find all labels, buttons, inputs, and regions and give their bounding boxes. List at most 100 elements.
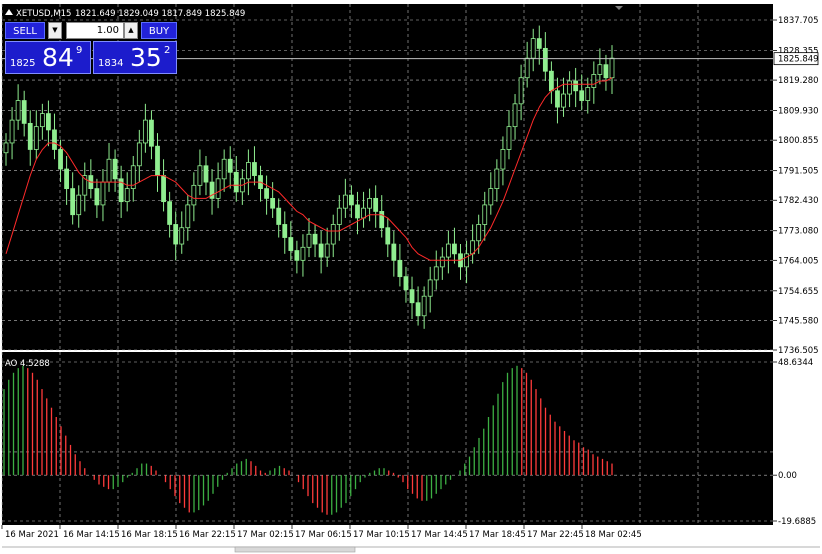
candle-body — [452, 243, 457, 255]
price-tick-label: 1791.505 — [778, 167, 819, 177]
buy-price-big: 35 — [130, 43, 162, 72]
indicator-area[interactable] — [2, 352, 773, 525]
sell-button[interactable]: SELL — [5, 22, 45, 39]
chart-svg[interactable]: 1837.7051828.3551819.2801809.9301800.855… — [0, 0, 822, 554]
candle-body — [361, 207, 366, 219]
candle-body — [488, 188, 494, 206]
candle-body — [415, 302, 421, 317]
time-tick-label: 17 Mar 18:45 — [469, 530, 526, 540]
candle-body — [445, 243, 451, 258]
candle-body — [421, 295, 427, 317]
candle-body — [142, 119, 148, 144]
candle-body — [324, 243, 330, 258]
candle-body — [512, 103, 518, 128]
candle-body — [542, 47, 548, 72]
candle-body — [530, 38, 536, 59]
candle-body — [330, 224, 336, 245]
candle-body — [391, 243, 397, 261]
candle-body — [21, 100, 27, 124]
candle-body — [397, 259, 403, 278]
candle-body — [312, 233, 318, 245]
time-tick-label: 17 Mar 02:15 — [237, 530, 294, 540]
candle-body — [433, 266, 439, 281]
price-tick-label: 1800.855 — [778, 136, 819, 146]
candle-body — [221, 158, 227, 180]
candle-body — [549, 70, 554, 92]
candle-body — [197, 165, 203, 186]
time-tick-label: 17 Mar 06:15 — [295, 530, 352, 540]
sell-price-sup: 9 — [76, 45, 83, 56]
candle-body — [179, 227, 185, 245]
candle-body — [185, 204, 191, 229]
candle-body — [561, 93, 566, 108]
buy-price-sup: 2 — [164, 45, 171, 56]
candle-body — [385, 227, 391, 245]
candle-body — [233, 171, 239, 193]
time-tick-label: 16 Mar 22:15 — [179, 530, 236, 540]
price-tick-label: 1754.655 — [778, 287, 819, 297]
candle-body — [506, 126, 512, 150]
candle-body — [300, 246, 306, 261]
candle-body — [500, 149, 506, 170]
candle-body — [603, 64, 609, 79]
candle-body — [136, 142, 142, 167]
ohlc-label: 1821.649 1829.049 1817.849 1825.849 — [75, 9, 245, 19]
candle-body — [64, 168, 69, 190]
indicator-label: AO 4.5288 — [5, 359, 50, 369]
price-tick-label: 1837.705 — [778, 16, 819, 26]
candle-body — [367, 197, 373, 209]
candle-body — [403, 276, 409, 291]
candle-body — [70, 188, 76, 216]
candle-body — [288, 237, 294, 251]
candle-body — [161, 175, 166, 203]
candle-body — [245, 162, 251, 180]
buy-button[interactable]: BUY — [141, 22, 177, 39]
candle-body — [27, 122, 33, 150]
price-tick-label: 1819.280 — [778, 76, 819, 86]
horizontal-scrollbar-thumb[interactable] — [234, 546, 356, 553]
candle-body — [379, 211, 385, 229]
candle-body — [124, 188, 130, 203]
price-tick-label: 1764.005 — [778, 256, 819, 266]
candle-body — [318, 243, 324, 258]
candle-body — [76, 194, 82, 216]
sell-price-button[interactable]: 1825 84 9 — [5, 41, 91, 74]
price-tick-label: 1773.080 — [778, 227, 819, 237]
candle-body — [597, 64, 603, 75]
candle-body — [46, 113, 51, 131]
candle-body — [591, 74, 597, 88]
time-tick-label: 16 Mar 2021 — [5, 530, 59, 540]
candle-body — [585, 87, 591, 101]
candle-body — [9, 119, 15, 144]
indicator-tick-label: -19.6885 — [778, 517, 816, 527]
lot-increase-button[interactable]: ▲ — [124, 22, 138, 39]
current-price-label: 1825.849 — [778, 55, 819, 65]
lot-size-input[interactable] — [66, 22, 124, 39]
candle-body — [167, 201, 173, 225]
candle-body — [306, 233, 312, 248]
price-tick-label: 1809.930 — [778, 107, 819, 117]
candle-body — [609, 57, 615, 79]
time-tick-label: 18 Mar 02:45 — [585, 530, 642, 540]
candle-body — [155, 145, 160, 176]
candle-body — [276, 207, 282, 225]
time-tick-label: 16 Mar 18:15 — [121, 530, 178, 540]
candle-body — [282, 224, 288, 238]
buy-price-prefix: 1834 — [98, 58, 124, 69]
candle-body — [100, 181, 106, 206]
candle-body — [536, 38, 542, 49]
candle-body — [476, 224, 482, 242]
lot-decrease-button[interactable]: ▼ — [48, 22, 62, 39]
price-tick-label: 1745.580 — [778, 316, 819, 326]
candle-body — [149, 119, 154, 147]
candle-body — [106, 158, 112, 183]
symbol-label: XETUSD,M15 — [16, 9, 71, 19]
candle-body — [215, 178, 221, 199]
buy-price-button[interactable]: 1834 35 2 — [93, 41, 177, 74]
time-tick-label: 17 Mar 10:15 — [353, 530, 410, 540]
indicator-tick-label: 0.00 — [778, 471, 797, 481]
candle-body — [439, 256, 445, 268]
candle-body — [342, 194, 348, 209]
candle-body — [191, 184, 197, 206]
candle-body — [494, 168, 500, 190]
